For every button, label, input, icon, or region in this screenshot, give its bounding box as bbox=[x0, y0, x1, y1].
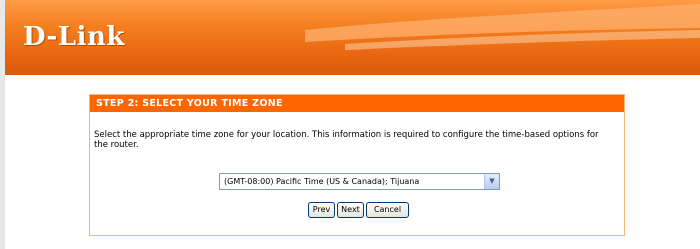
chevron-down-icon[interactable]: ▼ bbox=[484, 174, 499, 189]
setup-wizard-page: D-Link STEP 2: SELECT YOUR TIME ZONE Sel… bbox=[0, 0, 700, 249]
timezone-panel: STEP 2: SELECT YOUR TIME ZONE Select the… bbox=[89, 94, 625, 236]
next-button[interactable]: Next bbox=[337, 202, 364, 218]
cancel-button[interactable]: Cancel bbox=[366, 202, 409, 218]
timezone-selected-value: (GMT-08:00) Pacific Time (US & Canada); … bbox=[224, 177, 420, 186]
timezone-select[interactable]: (GMT-08:00) Pacific Time (US & Canada); … bbox=[219, 173, 500, 190]
step-title: STEP 2: SELECT YOUR TIME ZONE bbox=[90, 95, 624, 112]
prev-button[interactable]: Prev bbox=[308, 202, 335, 218]
instructions-text: Select the appropriate time zone for you… bbox=[94, 130, 599, 150]
header-banner: D-Link bbox=[5, 0, 700, 75]
dlink-logo: D-Link bbox=[23, 22, 125, 52]
